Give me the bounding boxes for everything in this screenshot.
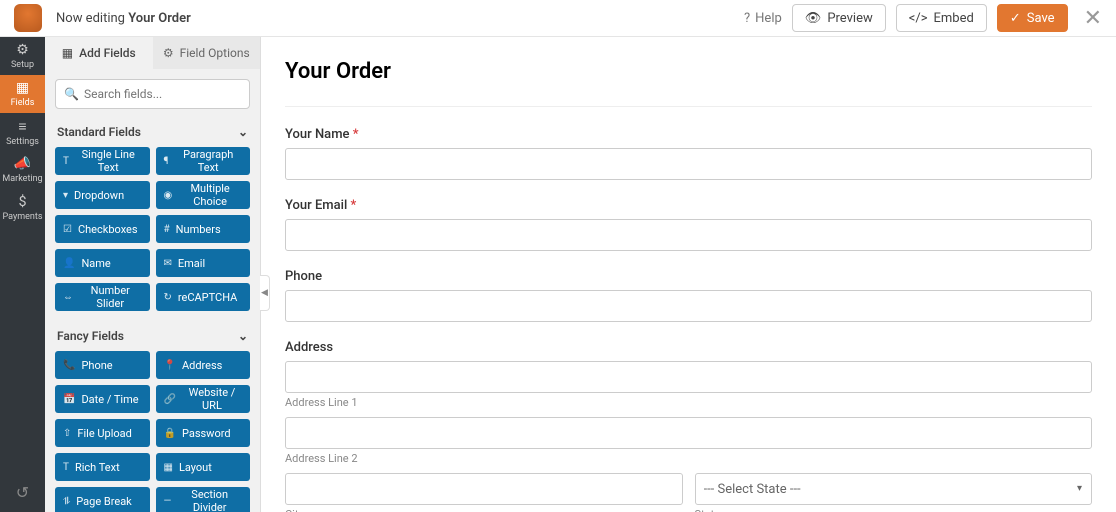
addr2-input[interactable] — [285, 417, 1092, 449]
form-canvas: Your Order Your Name * Your Email * Phon… — [261, 37, 1116, 512]
check-icon: ✓ — [1010, 11, 1021, 26]
left-rail: ⚙Setup ▦Fields ≡Settings 📣Marketing $Pay… — [0, 37, 45, 512]
field-icon: ¶ — [164, 156, 169, 167]
field-icon: T — [63, 462, 69, 473]
field-icon: 📞 — [63, 360, 75, 371]
field-type-multiple-choice[interactable]: ◉Multiple Choice — [156, 181, 251, 209]
eye-icon: 👁 — [805, 11, 822, 26]
field-icon: 🔒 — [164, 428, 176, 439]
field-type-number-slider[interactable]: ⇔Number Slider — [55, 283, 150, 311]
field-icon: 📅 — [63, 394, 75, 405]
help-link[interactable]: ?Help — [744, 11, 782, 26]
field-type-name[interactable]: 👤Name — [55, 249, 150, 277]
field-icon: ⥮ — [63, 496, 70, 507]
field-address[interactable]: Address Address Line 1 Address Line 2 Ci… — [285, 340, 1092, 512]
embed-button[interactable]: </>Embed — [896, 4, 987, 32]
group-fancy-header[interactable]: Fancy Fields⌄ — [55, 325, 250, 351]
field-type-layout[interactable]: ▦Layout — [156, 453, 251, 481]
field-type-file-upload[interactable]: ⇧File Upload — [55, 419, 150, 447]
fields-sidebar: ▦Add Fields ⚙Field Options 🔍 Standard Fi… — [45, 37, 261, 512]
field-type-single-line-text[interactable]: TSingle Line Text — [55, 147, 150, 175]
tab-field-options[interactable]: ⚙Field Options — [153, 37, 261, 69]
collapse-sidebar-button[interactable]: ◀ — [260, 275, 270, 311]
field-type-email[interactable]: ✉Email — [156, 249, 251, 277]
plus-icon: ▦ — [62, 46, 73, 60]
field-icon: ▾ — [63, 190, 68, 201]
field-icon: 📍 — [164, 360, 176, 371]
sliders-icon: ⚙ — [163, 46, 174, 60]
close-button[interactable]: ✕ — [1084, 6, 1102, 31]
dollar-icon: $ — [19, 194, 27, 210]
field-icon: # — [164, 224, 170, 235]
state-select[interactable]: --- Select State --- — [695, 473, 1093, 505]
field-icon: ✉ — [164, 258, 172, 269]
field-name[interactable]: Your Name * — [285, 127, 1092, 180]
field-type-dropdown[interactable]: ▾Dropdown — [55, 181, 150, 209]
field-icon: ▦ — [164, 462, 173, 473]
field-icon: ↻ — [164, 292, 172, 303]
field-type-section-divider[interactable]: —Section Divider — [156, 487, 251, 512]
rail-setup[interactable]: ⚙Setup — [0, 37, 45, 75]
city-input[interactable] — [285, 473, 683, 505]
builder-header: Now editing Your Order ?Help 👁Preview </… — [0, 0, 1116, 37]
field-email[interactable]: Your Email * — [285, 198, 1092, 251]
wpforms-logo — [14, 4, 42, 32]
field-type-page-break[interactable]: ⥮Page Break — [55, 487, 150, 512]
field-icon: ☑ — [63, 224, 72, 235]
field-type-address[interactable]: 📍Address — [156, 351, 251, 379]
phone-input[interactable] — [285, 290, 1092, 322]
sliders-icon: ≡ — [18, 118, 26, 135]
field-type-checkboxes[interactable]: ☑Checkboxes — [55, 215, 150, 243]
tab-add-fields[interactable]: ▦Add Fields — [45, 37, 153, 69]
rail-settings[interactable]: ≡Settings — [0, 113, 45, 151]
addr1-input[interactable] — [285, 361, 1092, 393]
field-type-numbers[interactable]: #Numbers — [156, 215, 251, 243]
field-icon: ⇧ — [63, 428, 71, 439]
chevron-down-icon: ⌄ — [238, 125, 248, 139]
field-type-website-url[interactable]: 🔗Website / URL — [156, 385, 251, 413]
history-button[interactable]: ↺ — [0, 473, 45, 512]
field-type-recaptcha[interactable]: ↻reCAPTCHA — [156, 283, 251, 311]
search-icon: 🔍 — [64, 87, 79, 101]
help-icon: ? — [744, 11, 750, 26]
field-type-date-time[interactable]: 📅Date / Time — [55, 385, 150, 413]
now-editing-text: Now editing Your Order — [56, 11, 191, 26]
name-input[interactable] — [285, 148, 1092, 180]
save-button[interactable]: ✓Save — [997, 4, 1068, 32]
preview-button[interactable]: 👁Preview — [792, 4, 886, 32]
history-icon: ↺ — [16, 483, 29, 502]
form-title[interactable]: Your Order — [285, 59, 1092, 84]
field-icon: ◉ — [164, 190, 173, 201]
rail-marketing[interactable]: 📣Marketing — [0, 151, 45, 189]
field-type-rich-text[interactable]: TRich Text — [55, 453, 150, 481]
field-icon: T — [63, 156, 69, 167]
rail-payments[interactable]: $Payments — [0, 189, 45, 227]
field-type-phone[interactable]: 📞Phone — [55, 351, 150, 379]
field-phone[interactable]: Phone — [285, 269, 1092, 322]
group-standard-header[interactable]: Standard Fields⌄ — [55, 121, 250, 147]
field-type-paragraph-text[interactable]: ¶Paragraph Text — [156, 147, 251, 175]
search-input[interactable] — [55, 79, 250, 109]
field-icon: 👤 — [63, 258, 75, 269]
chevron-down-icon: ⌄ — [238, 329, 248, 343]
bullhorn-icon: 📣 — [14, 156, 31, 172]
grid-icon: ▦ — [16, 80, 29, 96]
field-type-password[interactable]: 🔒Password — [156, 419, 251, 447]
code-icon: </> — [909, 11, 928, 26]
field-icon: — — [164, 496, 172, 507]
field-icon: ⇔ — [63, 292, 73, 303]
gear-icon: ⚙ — [16, 42, 29, 58]
field-icon: 🔗 — [164, 394, 176, 405]
email-input[interactable] — [285, 219, 1092, 251]
rail-fields[interactable]: ▦Fields — [0, 75, 45, 113]
